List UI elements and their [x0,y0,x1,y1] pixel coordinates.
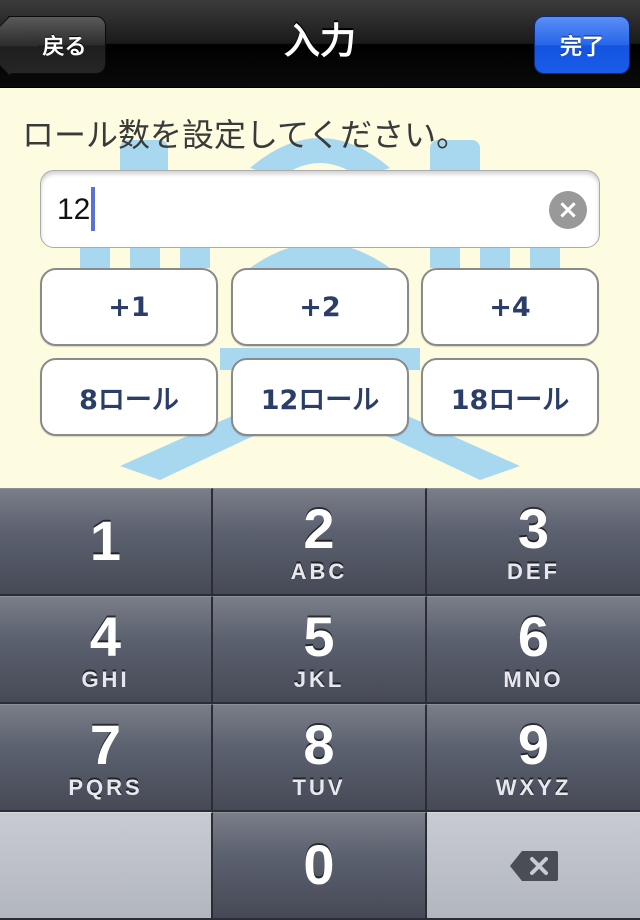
plus-2-button[interactable]: +2 [231,268,409,346]
done-button[interactable]: 完了 [534,16,630,74]
plus-4-button[interactable]: +4 [421,268,599,346]
key-7[interactable]: 7 PQRS [0,704,213,812]
clear-icon[interactable]: × [549,191,587,229]
key-1[interactable]: 1 [0,488,213,596]
key-5[interactable]: 5 JKL [213,596,427,704]
12-roll-button[interactable]: 12ロール [231,358,409,436]
key-2[interactable]: 2 ABC [213,488,427,596]
numeric-keypad: 1 2 ABC 3 DEF 4 GHI 5 JKL 6 MNO 7 PQRS 8… [0,488,640,920]
back-button-label: 戻る [42,35,87,60]
key-3[interactable]: 3 DEF [427,488,640,596]
blank-key [0,812,213,920]
text-caret [91,187,95,231]
input-value: 12 [57,193,91,226]
key-0[interactable]: 0 [213,812,427,920]
back-button[interactable]: 戻る [8,16,106,74]
key-9[interactable]: 9 WXYZ [427,704,640,812]
18-roll-button[interactable]: 18ロール [421,358,599,436]
roll-count-input[interactable]: 12 × [40,170,600,248]
plus-1-button[interactable]: +1 [40,268,218,346]
8-roll-button[interactable]: 8ロール [40,358,218,436]
content-area: ロール数を設定してください。 12 × +1 +2 +4 8ロール 12ロール … [0,88,640,488]
backspace-icon [509,850,558,881]
delete-key[interactable] [427,812,640,920]
navigation-bar: 入力 戻る 完了 [0,0,640,88]
prompt-text: ロール数を設定してください。 [22,116,469,154]
key-4[interactable]: 4 GHI [0,596,213,704]
key-6[interactable]: 6 MNO [427,596,640,704]
key-8[interactable]: 8 TUV [213,704,427,812]
